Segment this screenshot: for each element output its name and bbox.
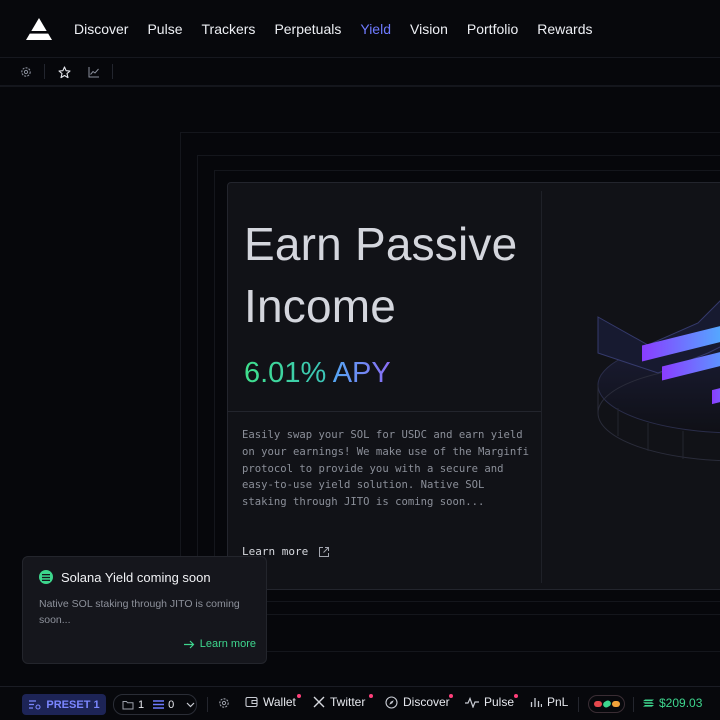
bottom-divider: [578, 697, 579, 712]
nav-discover[interactable]: Discover: [74, 21, 128, 37]
hero-title: Earn Passive Income: [244, 218, 518, 332]
bottom-divider: [207, 697, 208, 712]
apy-value: 6.01%: [244, 357, 327, 389]
preset-button[interactable]: PRESET 1: [22, 694, 106, 715]
yield-description: Easily swap your SOL for USDC and earn y…: [242, 429, 530, 509]
pulse-label: Pulse: [484, 695, 515, 709]
toast-title: Solana Yield coming soon: [61, 570, 211, 585]
nav-rewards[interactable]: Rewards: [537, 21, 592, 37]
nav-items: Discover Pulse Trackers Perpetuals Yield…: [74, 0, 612, 58]
folder-icon: [122, 700, 134, 709]
preset-settings-icon: [29, 700, 41, 710]
nav-vision[interactable]: Vision: [410, 21, 448, 37]
twitter-button[interactable]: Twitter: [313, 695, 365, 709]
bottom-divider: [633, 697, 634, 712]
arrow-right-icon: [183, 640, 195, 648]
pulse-icon: [465, 696, 479, 708]
pulse-notification-dot: [514, 694, 518, 698]
bottom-bar: PRESET 1 1 0 Wallet Twitter Discover Pul…: [0, 686, 720, 720]
chevron-down-icon: [186, 702, 195, 707]
solana-icon: [39, 570, 53, 584]
external-link-icon: [319, 546, 330, 557]
sol-balance[interactable]: $209.03: [643, 696, 702, 710]
sub-toolbar: [0, 58, 720, 86]
wallet-button[interactable]: Wallet: [245, 695, 296, 709]
nav-trackers[interactable]: Trackers: [202, 21, 256, 37]
counter-left-value: 1: [138, 698, 145, 711]
wallet-counter-dropdown[interactable]: 1 0: [113, 694, 197, 715]
pills-icon: [593, 700, 620, 708]
top-navigation: Discover Pulse Trackers Perpetuals Yield…: [0, 0, 720, 58]
toolbar-divider: [112, 64, 113, 79]
bar-chart-icon: [530, 698, 542, 707]
wallet-label: Wallet: [263, 695, 296, 709]
settings-icon[interactable]: [18, 64, 34, 80]
twitter-notification-dot: [369, 694, 373, 698]
discover-button[interactable]: Discover: [385, 695, 450, 709]
apy-display: 6.01% APY: [244, 357, 391, 390]
nav-pulse[interactable]: Pulse: [147, 21, 182, 37]
chart-icon[interactable]: [86, 64, 102, 80]
pulse-button[interactable]: Pulse: [465, 695, 514, 709]
list-icon: [153, 700, 165, 709]
pills-toggle[interactable]: [588, 695, 625, 713]
counter-right-value: 0: [168, 698, 175, 711]
decorative-line: [0, 86, 720, 87]
star-icon[interactable]: [56, 64, 72, 80]
toast-link-label: Learn more: [199, 638, 256, 650]
nav-yield[interactable]: Yield: [360, 21, 391, 37]
axiom-logo-icon[interactable]: [26, 18, 52, 40]
toolbar-divider: [44, 64, 45, 79]
apy-label: APY: [332, 357, 391, 389]
compass-icon: [385, 695, 398, 709]
preset-label: PRESET 1: [46, 698, 100, 711]
yield-illustration-icon: [597, 300, 720, 462]
yield-card: Earn Passive Income 6.01% APY Easily swa…: [227, 182, 720, 590]
pnl-label: PnL: [547, 695, 569, 709]
pnl-button[interactable]: PnL: [530, 695, 568, 709]
x-twitter-icon: [313, 696, 325, 708]
bottom-settings-icon[interactable]: [218, 697, 230, 709]
discover-notification-dot: [449, 694, 453, 698]
card-divider: [228, 411, 541, 412]
nav-perpetuals[interactable]: Perpetuals: [274, 21, 341, 37]
nav-portfolio[interactable]: Portfolio: [467, 21, 518, 37]
balance-value: $209.03: [659, 696, 703, 710]
twitter-label: Twitter: [330, 695, 366, 709]
toast-learn-more-link[interactable]: Learn more: [183, 638, 256, 650]
solana-balance-icon: [643, 699, 654, 707]
wallet-notification-dot: [297, 694, 301, 698]
toast-body: Native SOL staking through JITO is comin…: [39, 598, 240, 626]
wallet-icon: [245, 696, 258, 708]
discover-label: Discover: [403, 695, 450, 709]
yield-toast: Solana Yield coming soon Native SOL stak…: [22, 556, 267, 664]
